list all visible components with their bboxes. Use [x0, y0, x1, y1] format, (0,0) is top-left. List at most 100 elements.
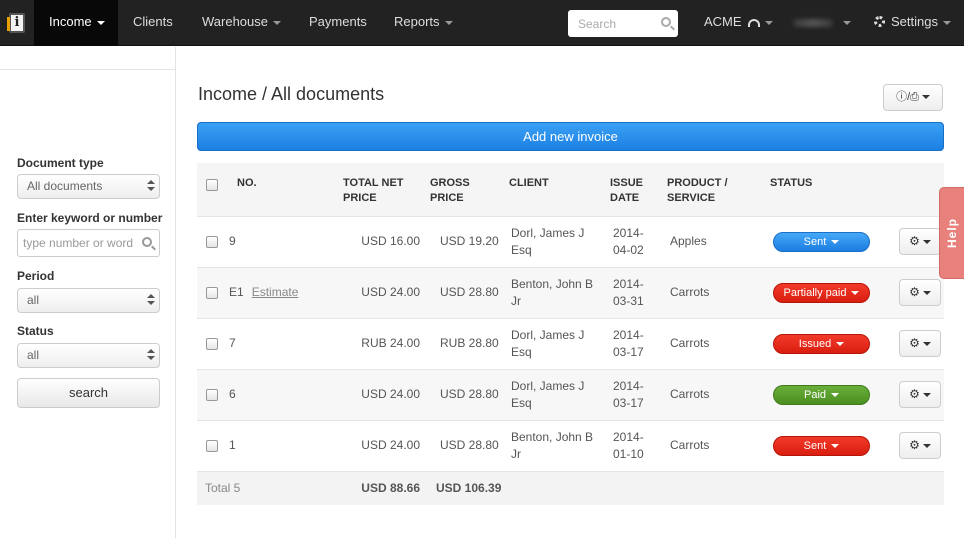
total-row: Total 5 USD 88.66 USD 106.39: [197, 470, 944, 505]
row-checkbox[interactable]: [206, 286, 218, 299]
net-price: USD 16.00: [343, 215, 425, 267]
col-product: PRODUCT / SERVICE: [665, 163, 769, 216]
gross-price: RUB 28.80: [425, 317, 506, 369]
chevron-down-icon: [831, 239, 840, 244]
keyword-label: Enter keyword or number: [17, 211, 163, 225]
issue-date: 2014- 01-10: [607, 419, 665, 471]
gear-icon: ⚙: [909, 387, 920, 401]
status-label: Status: [17, 324, 54, 338]
sidebar-divider: [0, 47, 175, 70]
client-name[interactable]: Benton, John B Jr: [506, 419, 607, 471]
chevron-down-icon: [921, 95, 930, 100]
status-badge[interactable]: Paid: [773, 384, 870, 405]
doc-number[interactable]: 1: [229, 438, 236, 452]
search-icon[interactable]: [661, 17, 671, 27]
app-logo[interactable]: i: [0, 0, 34, 46]
doc-number[interactable]: 6: [229, 387, 236, 401]
status-badge[interactable]: Sent: [773, 231, 870, 252]
product: Apples: [665, 215, 769, 267]
status-badge[interactable]: Partially paid: [773, 282, 870, 303]
chevron-down-icon: [96, 20, 105, 25]
period-select[interactable]: all: [17, 288, 160, 313]
chevron-down-icon: [444, 20, 453, 25]
col-net: TOTAL NET PRICE: [343, 163, 425, 216]
row-checkbox[interactable]: [206, 439, 218, 452]
chevron-down-icon: [273, 20, 281, 25]
gross-price: USD 28.80: [425, 266, 506, 318]
dashboard-icon: [747, 18, 760, 27]
chevron-down-icon: [831, 392, 840, 397]
row-actions-button[interactable]: ⚙: [899, 228, 941, 255]
row-actions-button[interactable]: ⚙: [899, 432, 941, 459]
nav-user-caret[interactable]: [838, 0, 851, 46]
row-checkbox[interactable]: [206, 388, 218, 401]
nav-payments[interactable]: Payments: [309, 0, 367, 46]
net-price: USD 24.00: [343, 266, 425, 318]
status-badge[interactable]: Issued: [773, 333, 870, 354]
table-header: NO. TOTAL NET PRICE GROSS PRICE CLIENT IS…: [197, 163, 944, 216]
nav-reports[interactable]: Reports: [394, 0, 453, 46]
issue-date: 2014- 03-17: [607, 317, 665, 369]
table-row[interactable]: 1 USD 24.00 USD 28.80 Benton, John B Jr 2…: [197, 419, 944, 471]
nav-search: [568, 10, 678, 37]
table-row[interactable]: 9 USD 16.00 USD 19.20 Dorl, James J Esq 2…: [197, 215, 944, 267]
nav-warehouse[interactable]: Warehouse: [202, 0, 281, 46]
nav-search-input[interactable]: [568, 10, 653, 37]
table-row[interactable]: 7 RUB 24.00 RUB 28.80 Dorl, James J Esq 2…: [197, 317, 944, 369]
help-tab[interactable]: Help: [939, 187, 964, 279]
total-gross: USD 106.39: [425, 470, 506, 505]
client-name[interactable]: Dorl, James J Esq: [506, 215, 607, 267]
issue-date: 2014- 03-17: [607, 368, 665, 420]
client-name[interactable]: Dorl, James J Esq: [506, 317, 607, 369]
period-label: Period: [17, 269, 55, 283]
product: Carrots: [665, 317, 769, 369]
row-actions-button[interactable]: ⚙: [899, 279, 941, 306]
row-actions-button[interactable]: ⚙: [899, 330, 941, 357]
gross-price: USD 19.20: [425, 215, 506, 267]
doc-number[interactable]: 7: [229, 336, 236, 350]
client-name[interactable]: Benton, John B Jr: [506, 266, 607, 318]
gear-icon: [874, 16, 885, 28]
add-invoice-button[interactable]: Add new invoice: [197, 122, 944, 151]
net-price: USD 24.00: [343, 368, 425, 420]
gross-price: USD 28.80: [425, 368, 506, 420]
search-button[interactable]: search: [17, 378, 160, 408]
doc-number[interactable]: E1: [229, 285, 244, 299]
client-name[interactable]: Dorl, James J Esq: [506, 368, 607, 420]
filter-sidebar: Document type All documents Enter keywor…: [0, 47, 176, 538]
gear-icon: ⚙: [909, 234, 920, 248]
table-row[interactable]: E1 Estimate USD 24.00 USD 28.80 Benton, J…: [197, 266, 944, 318]
doc-number[interactable]: 9: [229, 234, 236, 248]
product: Carrots: [665, 368, 769, 420]
chevron-down-icon: [764, 20, 773, 25]
search-icon: [142, 237, 152, 247]
row-checkbox[interactable]: [206, 337, 218, 350]
gear-icon: ⚙: [909, 336, 920, 350]
nav-settings[interactable]: Settings: [874, 0, 951, 46]
net-price: USD 24.00: [343, 419, 425, 471]
nav-income[interactable]: Income: [34, 0, 118, 46]
status-select[interactable]: all: [17, 343, 160, 368]
print-options-button[interactable]: ⓘ/⎙: [883, 84, 943, 111]
product: Carrots: [665, 419, 769, 471]
nav-clients[interactable]: Clients: [133, 0, 173, 46]
total-net: USD 88.66: [343, 470, 425, 505]
row-actions-button[interactable]: ⚙: [899, 381, 941, 408]
doc-type-label: Document type: [17, 156, 104, 170]
net-price: RUB 24.00: [343, 317, 425, 369]
keyword-input[interactable]: [18, 230, 136, 256]
doc-type-select[interactable]: All documents: [17, 174, 160, 199]
top-navbar: i Income Clients Warehouse Payments Repo…: [0, 0, 964, 46]
total-count: Total 5: [197, 470, 343, 505]
gross-price: USD 28.80: [425, 419, 506, 471]
status-badge[interactable]: Sent: [773, 435, 870, 456]
user-account-name[interactable]: [793, 19, 833, 27]
row-checkbox[interactable]: [206, 235, 218, 248]
issue-date: 2014- 03-31: [607, 266, 665, 318]
table-row[interactable]: 6 USD 24.00 USD 28.80 Dorl, James J Esq 2…: [197, 368, 944, 420]
select-all-checkbox[interactable]: [206, 179, 218, 192]
chevron-down-icon: [942, 20, 951, 25]
info-icon: ⓘ: [896, 91, 908, 103]
estimate-link[interactable]: Estimate: [252, 285, 299, 299]
nav-company[interactable]: ACME: [704, 0, 773, 46]
